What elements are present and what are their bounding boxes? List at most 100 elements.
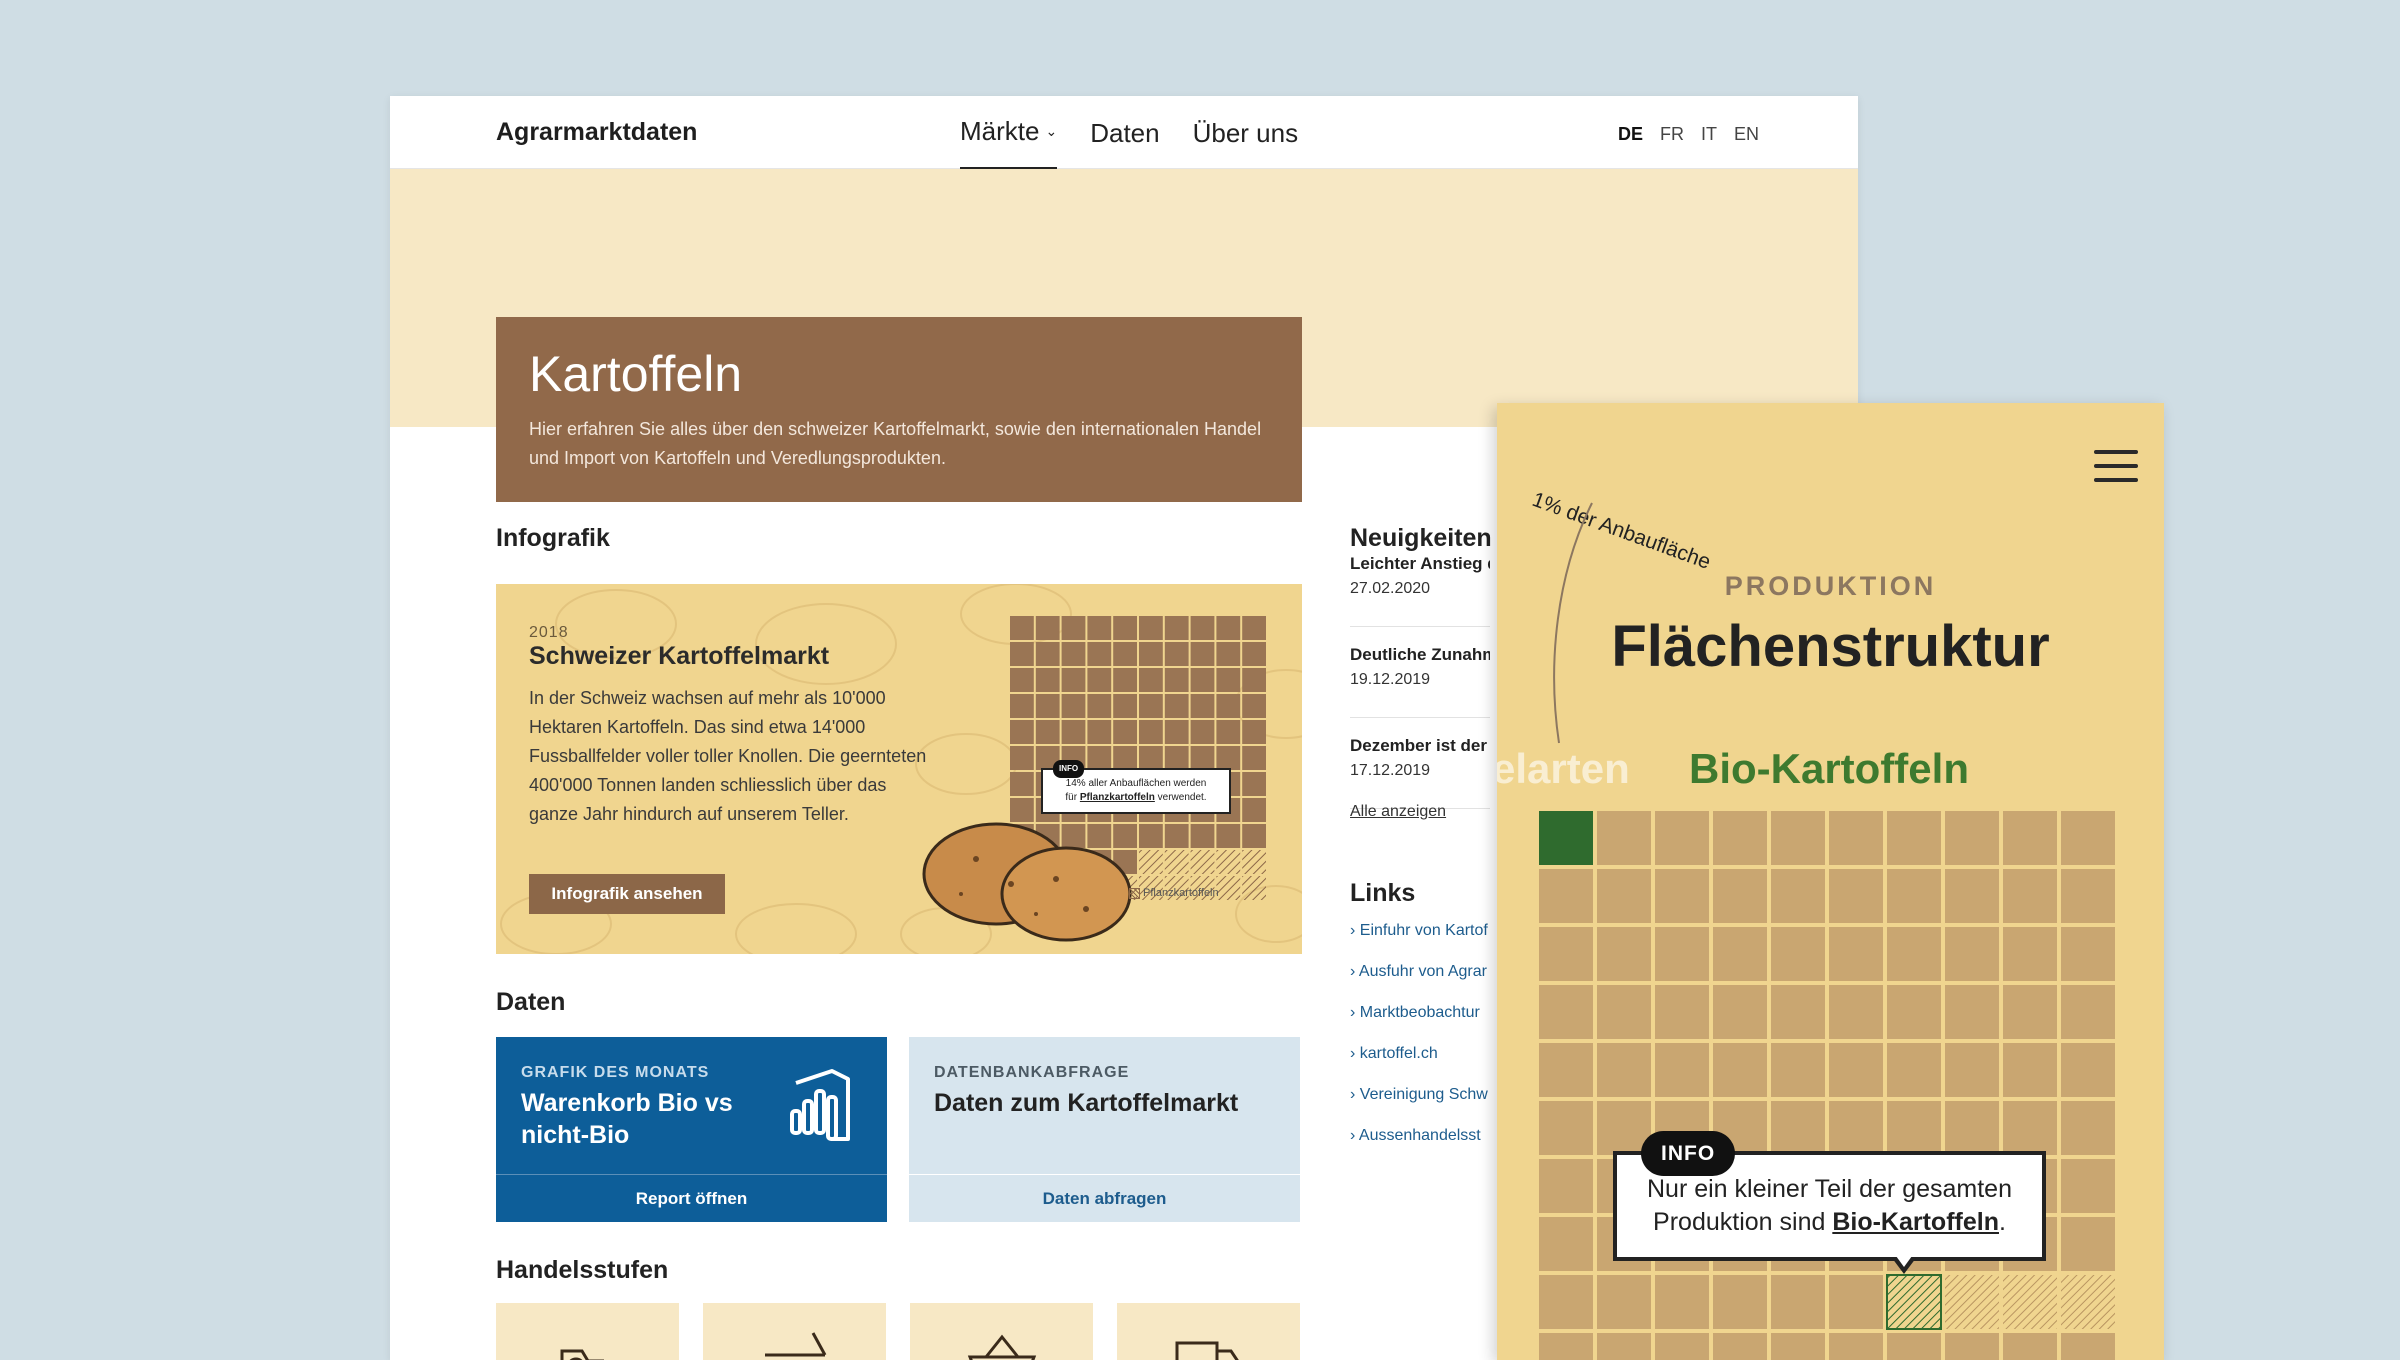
grid-cell: [1829, 927, 1883, 981]
basket-icon: [967, 1334, 1037, 1360]
grid-cell: [1087, 616, 1112, 640]
news-date: 27.02.2020: [1350, 580, 1431, 597]
grid-cell: [1242, 824, 1266, 848]
hero-box: Kartoffeln Hier erfahren Sie alles über …: [496, 317, 1302, 502]
page-title: Kartoffeln: [529, 346, 743, 402]
stage-tile-production[interactable]: [496, 1303, 679, 1360]
grid-cell: [2061, 1101, 2115, 1155]
external-link[interactable]: › Marktbeobachtur: [1350, 1004, 1490, 1045]
card-kicker: GRAFIK DES MONATS: [521, 1064, 710, 1081]
grid-cell: [1887, 1101, 1941, 1155]
lang-en[interactable]: EN: [1734, 124, 1759, 145]
grid-cell: [1597, 1333, 1651, 1360]
grid-cell: [2003, 811, 2057, 865]
open-report-button[interactable]: Report öffnen: [496, 1174, 887, 1222]
grid-cell: [1216, 694, 1241, 718]
grid-cell: [1139, 746, 1163, 770]
stage-tile-processing[interactable]: [703, 1303, 886, 1360]
grid-cell: [1945, 1101, 1999, 1155]
grid-cell: [1035, 668, 1060, 692]
grid-cell: [2061, 927, 2115, 981]
grid-cell: [1597, 869, 1651, 923]
grid-cell: [1829, 869, 1883, 923]
grid-cell: [1113, 616, 1137, 640]
grid-cell: [1139, 642, 1163, 666]
grid-cell: [1829, 1043, 1883, 1097]
grid-cell: [1164, 668, 1189, 692]
grid-cell: [1061, 616, 1086, 640]
card-title: Daten zum Kartoffelmarkt: [934, 1089, 1239, 1117]
chevron-down-icon: ⌄: [1045, 123, 1058, 139]
grid-cell: [1242, 720, 1266, 744]
grid-cell: [2061, 1275, 2115, 1329]
grid-cell: [1164, 824, 1189, 848]
grid-cell: [1945, 1275, 1999, 1329]
grid-cell: [1139, 694, 1163, 718]
grid-cell: [1190, 642, 1215, 666]
news-item[interactable]: Deutliche Zunahm 19.12.2019: [1350, 645, 1490, 718]
grid-cell: [1829, 1333, 1883, 1360]
grid-cell: [1713, 927, 1767, 981]
grid-cell: [1771, 927, 1825, 981]
potato-illustration: [922, 822, 1132, 942]
grid-cell: [1190, 668, 1215, 692]
top-navigation-bar: Agrarmarktdaten Märkte ⌄ Daten Über uns …: [390, 96, 1858, 170]
query-data-button[interactable]: Daten abfragen: [909, 1174, 1300, 1222]
grafik-des-monats-card[interactable]: GRAFIK DES MONATS Warenkorb Bio vs nicht…: [496, 1037, 887, 1222]
datenbankabfrage-card[interactable]: DATENBANKABFRAGE Daten zum Kartoffelmark…: [909, 1037, 1300, 1222]
grid-cell: [1539, 1217, 1593, 1271]
grid-cell: [1061, 668, 1086, 692]
infographic-teaser[interactable]: 2018 Schweizer Kartoffelmarkt In der Sch…: [496, 584, 1302, 954]
tab-sortenarten[interactable]: elarten: [1497, 745, 1630, 793]
lang-fr[interactable]: FR: [1660, 124, 1684, 145]
grid-cell: [1061, 694, 1086, 718]
external-link[interactable]: › Aussenhandelsst: [1350, 1127, 1490, 1168]
nav-item-ueber-uns[interactable]: Über uns: [1193, 116, 1299, 170]
grid-cell: [1035, 720, 1060, 744]
grid-cell: [1539, 1043, 1593, 1097]
brand-logo[interactable]: Agrarmarktdaten: [496, 118, 697, 147]
handelsstufen-heading: Handelsstufen: [496, 1256, 669, 1284]
callout-end: .: [1998, 1208, 2006, 1236]
infographic-callout: INFO 14% aller Anbauflächen werden für P…: [1041, 760, 1231, 814]
view-infographic-button[interactable]: Infografik ansehen: [529, 874, 725, 914]
external-link[interactable]: › Vereinigung Schw: [1350, 1086, 1490, 1127]
grid-cell: [2061, 1043, 2115, 1097]
all-news-link[interactable]: Alle anzeigen: [1350, 803, 1446, 821]
external-link[interactable]: › kartoffel.ch: [1350, 1045, 1490, 1086]
grid-cell: [1539, 1101, 1593, 1155]
nav-item-daten[interactable]: Daten: [1090, 116, 1159, 170]
mobile-infographic-view: 1% der Anbaufläche PRODUKTION Flächenstr…: [1497, 403, 2164, 1360]
powerbi-icon: [790, 1069, 850, 1141]
grid-cell: [1886, 1274, 1942, 1330]
grid-cell: [1242, 694, 1266, 718]
grid-cell: [1945, 869, 1999, 923]
grid-cell: [1216, 850, 1241, 874]
grid-cell: [1887, 985, 1941, 1039]
news-item[interactable]: Dezember ist der F 17.12.2019: [1350, 736, 1490, 809]
tab-bio-kartoffeln[interactable]: Bio-Kartoffeln: [1689, 745, 1969, 793]
grid-cell: [1539, 985, 1593, 1039]
grid-cell: [1190, 824, 1215, 848]
grid-cell: [1539, 1159, 1593, 1213]
nav-item-maerkte[interactable]: Märkte ⌄: [960, 116, 1058, 170]
grid-cell: [1242, 876, 1266, 900]
grid-cell: [1771, 811, 1825, 865]
grid-cell: [1010, 772, 1034, 796]
lang-it[interactable]: IT: [1701, 124, 1717, 145]
card-title: Warenkorb Bio vs nicht-Bio: [521, 1089, 733, 1149]
grid-cell: [1035, 642, 1060, 666]
stage-tile-retail[interactable]: [910, 1303, 1093, 1360]
nav-item-label: Daten: [1090, 117, 1160, 148]
news-item[interactable]: Leichter Anstieg de 27.02.2020: [1350, 554, 1490, 627]
grid-cell: [1655, 1043, 1709, 1097]
info-tag: INFO: [1053, 760, 1085, 778]
stage-tile-trade[interactable]: [1117, 1303, 1300, 1360]
lang-de[interactable]: DE: [1618, 124, 1643, 145]
grid-cell: [1010, 668, 1034, 692]
grid-cell: [1164, 616, 1189, 640]
hamburger-menu-icon[interactable]: [2094, 450, 2138, 482]
grid-cell: [1087, 720, 1112, 744]
external-link[interactable]: › Ausfuhr von Agrar: [1350, 963, 1490, 1004]
external-link[interactable]: › Einfuhr von Kartof: [1350, 922, 1490, 963]
